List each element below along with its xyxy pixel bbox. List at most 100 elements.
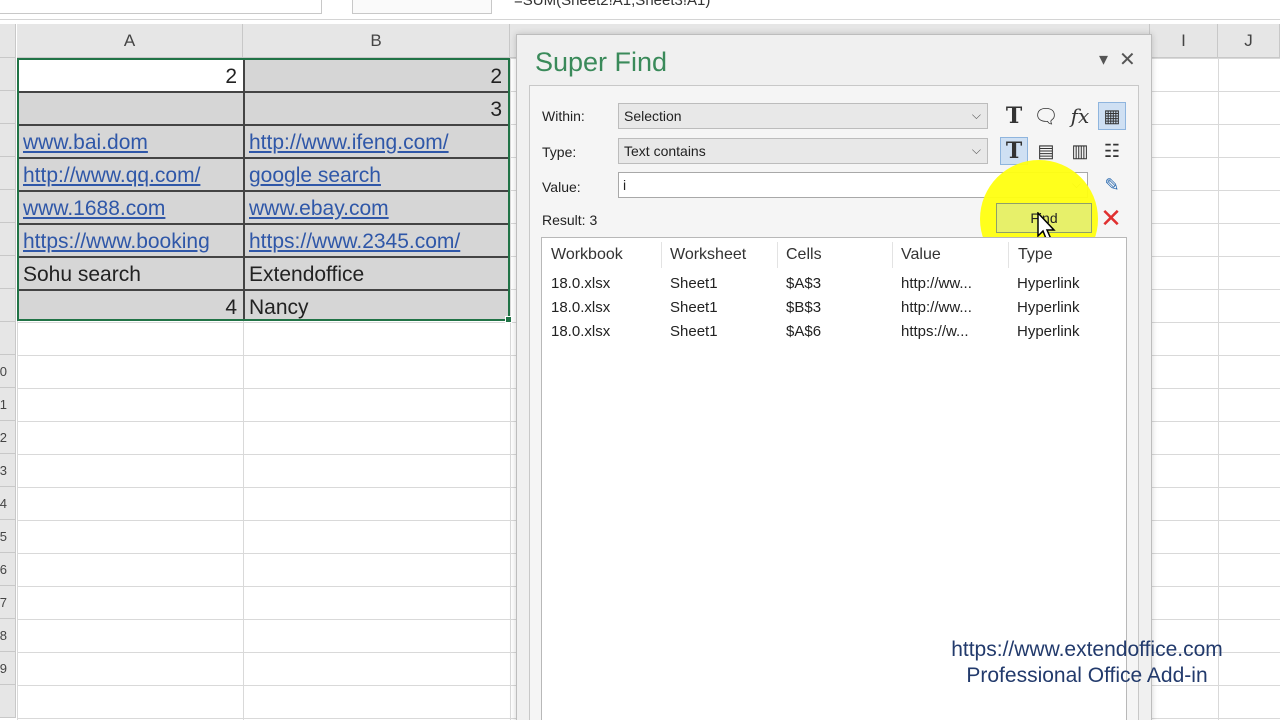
col-header-type[interactable]: Type: [1018, 246, 1053, 264]
fill-handle[interactable]: [505, 316, 512, 323]
clear-results-icon[interactable]: ✕: [1098, 203, 1124, 233]
row-header[interactable]: [0, 124, 16, 157]
row-number: 0: [0, 364, 7, 379]
cell-b4-link[interactable]: google search: [245, 159, 508, 192]
col-header-worksheet[interactable]: Worksheet: [670, 246, 746, 264]
table-icon[interactable]: ☷: [1098, 137, 1126, 165]
row-header[interactable]: 8: [0, 619, 16, 652]
cell-a3-link[interactable]: www.bai.dom: [19, 126, 243, 159]
chevron-down-icon: ⌵: [971, 108, 981, 122]
grid-line: [1218, 58, 1219, 720]
row-number: 9: [0, 661, 7, 676]
col-header-workbook[interactable]: Workbook: [551, 246, 623, 264]
column-divider: [661, 242, 662, 268]
formula-text[interactable]: =SUM(Sheet2!A1,Sheet3!A1): [514, 0, 710, 9]
row-number: 5: [0, 529, 7, 544]
row-header[interactable]: [0, 256, 16, 289]
row-header[interactable]: [0, 322, 16, 355]
cell-b3-link[interactable]: http://www.ifeng.com/: [245, 126, 508, 159]
pane-options-icon[interactable]: ▾: [1099, 49, 1108, 70]
row-header[interactable]: 6: [0, 553, 16, 586]
watermark-url: https://www.extendoffice.com: [951, 638, 1223, 661]
cell-a1[interactable]: 2: [19, 60, 243, 93]
name-box[interactable]: [0, 0, 322, 14]
row-header[interactable]: 9: [0, 652, 16, 685]
column-header-i[interactable]: I: [1150, 24, 1218, 58]
within-select[interactable]: Selection ⌵: [618, 103, 988, 129]
row-header[interactable]: [0, 190, 16, 223]
row-workbook: 18.0.xlsx: [551, 299, 611, 316]
cell-a6-link[interactable]: https://www.booking: [19, 225, 243, 258]
cell-a2[interactable]: [19, 93, 243, 126]
cell-border: [243, 60, 245, 319]
cell-border: [19, 223, 508, 225]
value-label: Value:: [542, 179, 581, 195]
selected-range[interactable]: 2 2 3 www.bai.dom http://www.ifeng.com/ …: [17, 58, 510, 321]
column-header-j[interactable]: J: [1218, 24, 1280, 58]
cell-b2[interactable]: 3: [245, 93, 508, 126]
row-number: 7: [0, 595, 7, 610]
text-type-icon[interactable]: T: [1000, 102, 1028, 130]
row-header[interactable]: 4: [0, 487, 16, 520]
row-cells: $A$6: [786, 323, 822, 340]
column-divider: [892, 242, 893, 268]
hyperlink-grid-icon[interactable]: ▦: [1098, 102, 1126, 130]
row-number: 8: [0, 628, 7, 643]
row-workbook: 18.0.xlsx: [551, 323, 611, 340]
eyedropper-icon[interactable]: ✎: [1098, 171, 1126, 199]
cell-a5-link[interactable]: www.1688.com: [19, 192, 243, 225]
cell-a7[interactable]: Sohu search: [19, 258, 243, 291]
cell-border: [19, 256, 508, 258]
row-header[interactable]: [0, 91, 16, 124]
watermark-tagline: Professional Office Add-in: [966, 664, 1208, 687]
cell-border: [19, 157, 508, 159]
cell-border: [19, 289, 508, 291]
type-select[interactable]: Text contains ⌵: [618, 138, 988, 164]
row-header[interactable]: 2: [0, 421, 16, 454]
row-number: 2: [0, 430, 7, 445]
within-label: Within:: [542, 108, 585, 124]
cell-a8[interactable]: 4: [19, 291, 243, 324]
cell-b8[interactable]: Nancy: [245, 291, 508, 324]
row-header[interactable]: [0, 289, 16, 322]
row-number: 6: [0, 562, 7, 577]
cell-b1[interactable]: 2: [245, 60, 508, 93]
calendar-icon[interactable]: ▥: [1066, 137, 1094, 165]
row-header[interactable]: 1: [0, 388, 16, 421]
col-header-value[interactable]: Value: [901, 246, 941, 264]
cell-b7[interactable]: Extendoffice: [245, 258, 508, 291]
row-value: http://ww...: [901, 299, 972, 316]
cell-b6-link[interactable]: https://www.2345.com/: [245, 225, 508, 258]
within-value: Selection: [624, 108, 682, 124]
row-header[interactable]: [0, 223, 16, 256]
row-cells: $B$3: [786, 299, 822, 316]
row-number: 3: [0, 463, 7, 478]
col-header-cells[interactable]: Cells: [786, 246, 822, 264]
type-label: Type:: [542, 144, 577, 160]
row-worksheet: Sheet1: [670, 275, 718, 292]
select-all-corner[interactable]: [0, 24, 16, 58]
pane-close-icon[interactable]: ✕: [1119, 47, 1136, 72]
excel-window: =SUM(Sheet2!A1,Sheet3!A1) A B I J 0 1 2 …: [0, 0, 1280, 720]
row-header[interactable]: 3: [0, 454, 16, 487]
pane-title: Super Find: [535, 47, 668, 77]
row-header[interactable]: [0, 58, 16, 91]
row-header[interactable]: 7: [0, 586, 16, 619]
column-header-a[interactable]: A: [17, 24, 243, 58]
column-divider: [777, 242, 778, 268]
formula-icon[interactable]: fx: [1066, 102, 1094, 130]
cell-b5-link[interactable]: www.ebay.com: [245, 192, 508, 225]
row-workbook: 18.0.xlsx: [551, 275, 611, 292]
column-divider: [1008, 242, 1009, 268]
chevron-down-icon: ⌵: [971, 143, 981, 157]
formula-buttons[interactable]: [352, 0, 492, 14]
row-worksheet: Sheet1: [670, 299, 718, 316]
row-header[interactable]: [0, 157, 16, 190]
cell-a4-link[interactable]: http://www.qq.com/: [19, 159, 243, 192]
comment-icon[interactable]: 🗨: [1032, 102, 1060, 130]
column-header-b[interactable]: B: [243, 24, 510, 58]
row-header[interactable]: [0, 685, 16, 718]
value-text: i: [623, 177, 627, 193]
row-header[interactable]: 0: [0, 355, 16, 388]
row-header[interactable]: 5: [0, 520, 16, 553]
